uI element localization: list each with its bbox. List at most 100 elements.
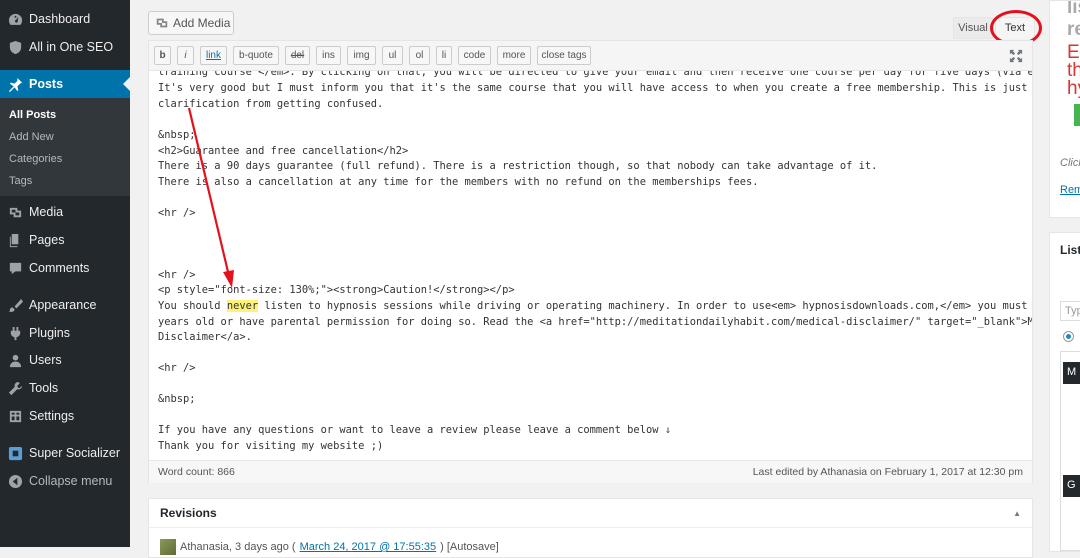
menu-appearance-label: Appearance (29, 298, 97, 312)
menu-collapse-label: Collapse menu (29, 474, 113, 488)
settings-icon (7, 408, 23, 424)
menu-all-in-one-seo[interactable]: All in One SEO (0, 33, 130, 61)
submenu-add-new[interactable]: Add New (9, 128, 54, 146)
code-text: listen to hypnosis sessions while drivin… (258, 300, 1032, 312)
code-line: There is a 90 days guarantee (full refun… (158, 160, 878, 172)
submenu-all-posts[interactable]: All Posts (9, 106, 56, 124)
editor-status-bar: Word count: 866 Last edited by Athanasia… (149, 460, 1032, 483)
revisions-header[interactable]: Revisions ▲ (149, 499, 1032, 528)
qt-code-button[interactable]: code (458, 46, 491, 65)
menu-dashboard[interactable]: Dashboard (0, 5, 130, 33)
qt-ol-button[interactable]: ol (409, 46, 430, 65)
last-edited: Last edited by Athanasia on February 1, … (752, 466, 1023, 478)
menu-plugins-label: Plugins (29, 326, 70, 340)
side-dark-label: M (1063, 362, 1080, 384)
side-radio[interactable] (1063, 331, 1074, 342)
side-search-input[interactable]: Typ (1060, 301, 1080, 321)
comments-icon (7, 260, 23, 276)
side-promo-box: lis re Ex th hy Click Rem (1049, 0, 1080, 218)
revision-author: Athanasia, 3 days ago ( (180, 541, 296, 553)
code-line: Disclaimer</a>. (158, 331, 252, 343)
menu-posts[interactable]: Posts (0, 70, 130, 98)
code-line: <hr /> (158, 269, 196, 281)
avatar (160, 539, 176, 555)
side-red-text: hy (1067, 78, 1080, 99)
qt-bold-button[interactable]: b (154, 46, 171, 65)
side-green-button[interactable] (1074, 104, 1080, 126)
menu-settings-label: Settings (29, 409, 75, 423)
menu-appearance[interactable]: Appearance (0, 291, 130, 319)
menu-super-socializer[interactable]: Super Socializer (0, 439, 130, 467)
tab-visual[interactable]: Visual (953, 17, 993, 39)
code-line-caution: You should never listen to hypnosis sess… (158, 300, 1032, 313)
pages-icon (7, 232, 23, 248)
media-icon (156, 18, 168, 28)
revisions-title: Revisions (160, 506, 217, 520)
qt-blockquote-button[interactable]: b-quote (233, 46, 279, 65)
menu-comments[interactable]: Comments (0, 254, 130, 282)
collapse-icon (7, 473, 23, 489)
side-text: lis (1067, 0, 1080, 18)
submenu-tags[interactable]: Tags (9, 172, 32, 190)
code-line: &nbsp; (158, 393, 196, 405)
media-icon (7, 204, 23, 220)
menu-media-label: Media (29, 205, 64, 219)
qt-more-button[interactable]: more (497, 46, 531, 65)
side-dark-label: G (1063, 475, 1080, 497)
qt-ul-button[interactable]: ul (382, 46, 403, 65)
revision-suffix: ) [Autosave] (440, 541, 499, 553)
code-line: <h2>Guarantee and free cancellation</h2> (158, 145, 409, 157)
code-line: <p style="font-size: 130%;"><strong>Caut… (158, 284, 515, 296)
brush-icon (7, 297, 23, 313)
menu-plugins[interactable]: Plugins (0, 319, 130, 347)
posts-submenu: All Posts Add New Categories Tags (0, 98, 130, 196)
code-line: <hr /> (158, 207, 196, 219)
menu-collapse[interactable]: Collapse menu (0, 467, 130, 495)
fullscreen-icon[interactable] (1009, 49, 1023, 63)
code-line: It's very good but I must inform you tha… (158, 82, 1032, 94)
code-textarea[interactable]: training course </em>. By clicking on th… (149, 71, 1032, 460)
shield-icon (7, 39, 23, 55)
code-line: training course </em>. By clicking on th… (158, 71, 1032, 78)
side-text: re (1067, 19, 1080, 40)
editor-container: b i link b-quote del ins img ul ol li co… (148, 40, 1033, 483)
menu-users[interactable]: Users (0, 346, 130, 374)
menu-all-in-one-seo-label: All in One SEO (29, 40, 114, 54)
qt-close-tags-button[interactable]: close tags (537, 46, 591, 65)
qt-img-button[interactable]: img (347, 46, 376, 65)
code-line: Thank you for visiting my website ;) (158, 440, 384, 452)
code-line: years old or have parental permission fo… (158, 316, 1032, 328)
qt-ins-button[interactable]: ins (316, 46, 341, 65)
toggle-arrow-icon[interactable]: ▲ (1013, 509, 1021, 518)
code-line: clarification from getting confused. (158, 98, 384, 110)
wrench-icon (7, 380, 23, 396)
menu-pages[interactable]: Pages (0, 226, 130, 254)
side-click-text: Click (1060, 157, 1080, 169)
qt-italic-button[interactable]: i (177, 46, 194, 65)
submenu-categories[interactable]: Categories (9, 150, 62, 168)
side-remove-link[interactable]: Rem (1060, 184, 1080, 196)
qt-link-button[interactable]: link (200, 46, 227, 65)
menu-comments-label: Comments (29, 261, 90, 275)
add-media-button[interactable]: Add Media (148, 11, 234, 35)
menu-pages-label: Pages (29, 233, 65, 247)
revisions-box: Revisions ▲ Athanasia, 3 days ago ( March… (148, 498, 1033, 558)
word-count: Word count: 866 (158, 466, 235, 478)
revision-row: Athanasia, 3 days ago ( March 24, 2017 @ … (160, 539, 499, 555)
qt-del-button[interactable]: del (285, 46, 310, 65)
main-scrollbar[interactable] (1040, 0, 1046, 547)
menu-super-socializer-label: Super Socializer (29, 446, 121, 460)
code-line: &nbsp; (158, 129, 196, 141)
qt-li-button[interactable]: li (436, 46, 452, 65)
menu-tools[interactable]: Tools (0, 374, 130, 402)
menu-settings[interactable]: Settings (0, 402, 130, 430)
menu-posts-label: Posts (29, 77, 64, 91)
share-icon (7, 445, 23, 461)
menu-media[interactable]: Media (0, 198, 130, 226)
revision-link[interactable]: March 24, 2017 @ 17:55:35 (300, 541, 437, 553)
code-text: You should (158, 300, 227, 312)
plug-icon (7, 325, 23, 341)
code-line: If you have any questions or want to lea… (158, 424, 671, 436)
side-listly-box: Listl Typ M G (1049, 232, 1080, 552)
code-line: There is also a cancellation at any time… (158, 176, 759, 188)
